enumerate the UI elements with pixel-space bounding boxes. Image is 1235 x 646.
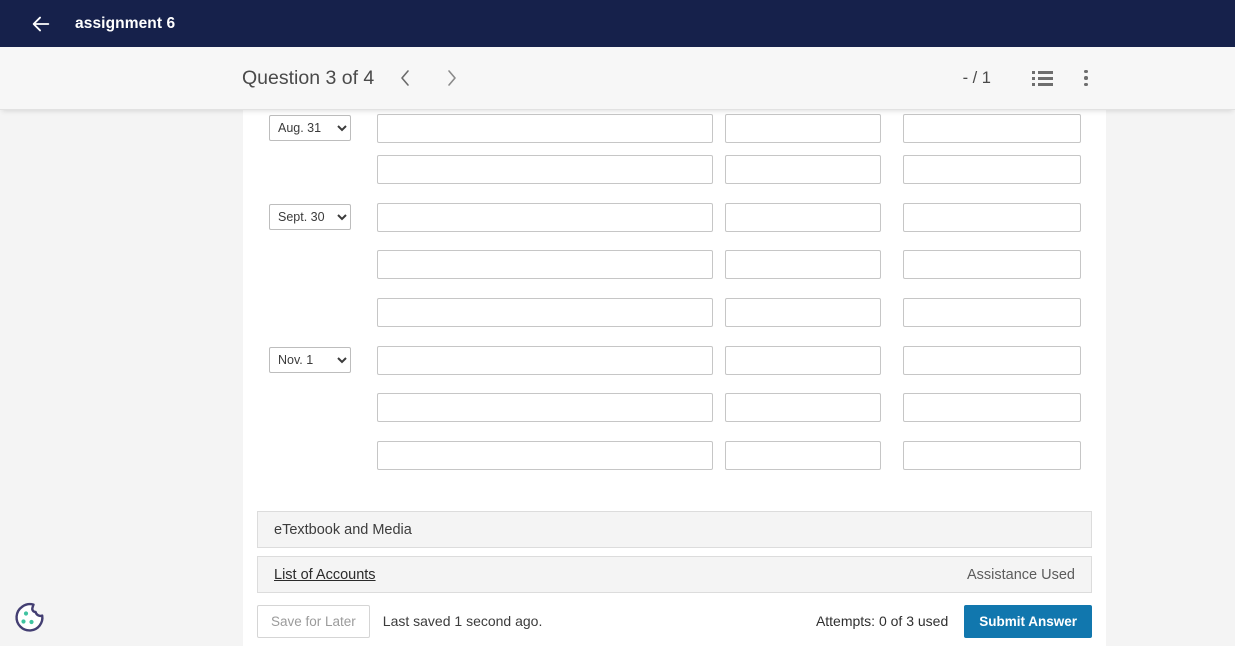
debit-input-2[interactable] xyxy=(725,155,881,185)
etextbook-panel[interactable]: eTextbook and Media xyxy=(257,511,1092,549)
account-cell xyxy=(377,440,725,470)
last-saved-status: Last saved 1 second ago. xyxy=(382,613,543,630)
date-select-1[interactable]: Aug. 31 xyxy=(269,115,351,141)
save-for-later-button[interactable]: Save for Later xyxy=(257,604,370,638)
assignment-title: assignment 6 xyxy=(75,14,176,32)
date-cell: Aug. 31 xyxy=(269,115,377,141)
debit-cell xyxy=(725,250,903,280)
account-input-6[interactable] xyxy=(377,345,713,375)
credit-input-8[interactable] xyxy=(903,440,1081,470)
debit-cell xyxy=(725,298,903,328)
attempts-counter: Attempts: 0 of 3 used xyxy=(815,613,949,630)
score-display: - / 1 xyxy=(962,68,991,87)
debit-cell xyxy=(725,155,903,185)
list-of-accounts-link[interactable]: List of Accounts xyxy=(274,567,376,583)
table-row xyxy=(269,384,1086,432)
account-cell xyxy=(377,345,725,375)
question-card: Aug. 31 Sept. 30 Nov. 1 eTextbook and Me… xyxy=(243,110,1106,646)
account-input-3[interactable] xyxy=(377,202,713,232)
credit-cell xyxy=(903,155,1081,185)
credit-cell xyxy=(903,393,1081,423)
journal-entry-grid: Aug. 31 Sept. 30 Nov. 1 xyxy=(243,110,1106,479)
question-toolbar: Question 3 of 4 - / 1 xyxy=(0,47,1235,110)
debit-input-7[interactable] xyxy=(725,393,881,423)
table-row xyxy=(269,146,1086,194)
more-vertical-icon[interactable] xyxy=(1071,63,1101,93)
credit-input-7[interactable] xyxy=(903,393,1081,423)
resource-panels: eTextbook and Media List of Accounts Ass… xyxy=(243,511,1106,594)
debit-input-6[interactable] xyxy=(725,345,881,375)
page-body: Aug. 31 Sept. 30 Nov. 1 eTextbook and Me… xyxy=(0,110,1235,646)
account-input-8[interactable] xyxy=(377,440,713,470)
cookie-consent-icon[interactable] xyxy=(13,601,45,633)
credit-cell xyxy=(903,113,1081,143)
debit-input-8[interactable] xyxy=(725,440,881,470)
debit-input-1[interactable] xyxy=(725,113,881,143)
credit-input-3[interactable] xyxy=(903,202,1081,232)
account-cell xyxy=(377,298,725,328)
credit-cell xyxy=(903,345,1081,375)
debit-cell xyxy=(725,440,903,470)
account-input-1[interactable] xyxy=(377,113,713,143)
question-nav-group: Question 3 of 4 xyxy=(242,61,468,95)
toolbar-right-group: - / 1 xyxy=(963,63,1101,93)
credit-cell xyxy=(903,202,1081,232)
numbered-list-icon[interactable] xyxy=(1027,63,1057,93)
account-cell xyxy=(377,113,725,143)
account-cell xyxy=(377,393,725,423)
credit-input-5[interactable] xyxy=(903,298,1081,328)
table-row: Sept. 30 xyxy=(269,194,1086,242)
list-of-accounts-panel: List of Accounts Assistance Used xyxy=(257,556,1092,594)
debit-input-5[interactable] xyxy=(725,298,881,328)
table-row xyxy=(269,432,1086,480)
credit-input-6[interactable] xyxy=(903,345,1081,375)
credit-input-2[interactable] xyxy=(903,155,1081,185)
table-row: Aug. 31 xyxy=(269,110,1086,146)
account-input-7[interactable] xyxy=(377,393,713,423)
debit-cell xyxy=(725,113,903,143)
chevron-right-icon[interactable] xyxy=(434,61,468,95)
account-input-5[interactable] xyxy=(377,298,713,328)
table-row: Nov. 1 xyxy=(269,336,1086,384)
action-bar: Save for Later Last saved 1 second ago. … xyxy=(243,603,1106,639)
account-cell xyxy=(377,155,725,185)
credit-input-4[interactable] xyxy=(903,250,1081,280)
credit-input-1[interactable] xyxy=(903,113,1081,143)
credit-cell xyxy=(903,250,1081,280)
back-arrow-icon[interactable] xyxy=(28,11,54,37)
assistance-used-label: Assistance Used xyxy=(967,566,1075,583)
debit-cell xyxy=(725,202,903,232)
debit-input-4[interactable] xyxy=(725,250,881,280)
debit-cell xyxy=(725,393,903,423)
chevron-left-icon[interactable] xyxy=(388,61,422,95)
date-cell: Nov. 1 xyxy=(269,347,377,374)
table-row xyxy=(269,241,1086,289)
date-select-2[interactable]: Sept. 30 xyxy=(269,204,351,231)
app-bar: assignment 6 xyxy=(0,0,1235,47)
submit-answer-button[interactable]: Submit Answer xyxy=(964,604,1092,638)
account-input-4[interactable] xyxy=(377,250,713,280)
table-row xyxy=(269,289,1086,337)
credit-cell xyxy=(903,298,1081,328)
account-input-2[interactable] xyxy=(377,155,713,185)
date-cell: Sept. 30 xyxy=(269,204,377,231)
account-cell xyxy=(377,250,725,280)
account-cell xyxy=(377,202,725,232)
debit-input-3[interactable] xyxy=(725,202,881,232)
debit-cell xyxy=(725,345,903,375)
question-counter: Question 3 of 4 xyxy=(242,66,375,89)
date-select-3[interactable]: Nov. 1 xyxy=(269,347,351,374)
etextbook-label: eTextbook and Media xyxy=(274,521,412,538)
credit-cell xyxy=(903,440,1081,470)
